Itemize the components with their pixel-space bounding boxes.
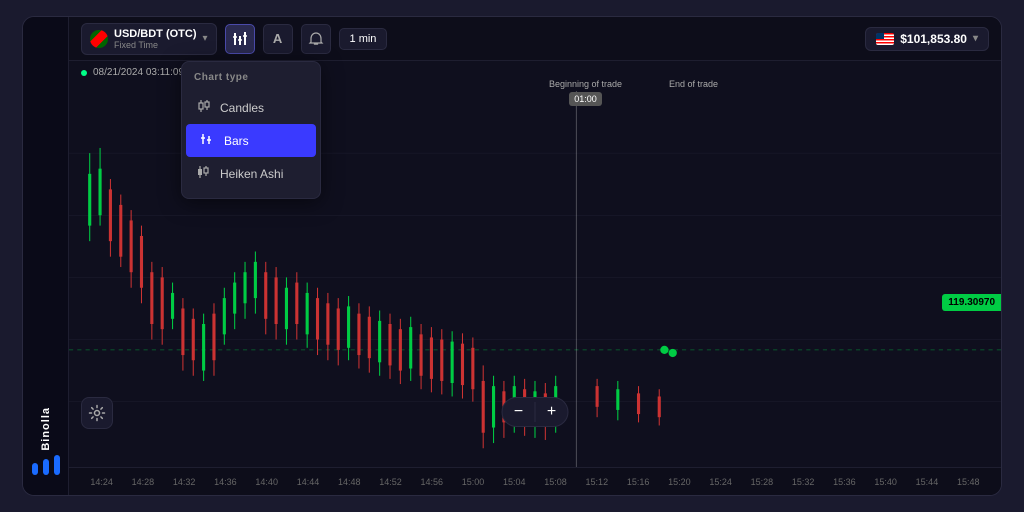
time-label: 15:40: [865, 477, 906, 487]
sidebar: Binolla: [23, 17, 69, 495]
time-label: 15:28: [741, 477, 782, 487]
toolbar-left: USD/BDT (OTC) Fixed Time ▾: [81, 23, 387, 55]
time-label: 15:32: [783, 477, 824, 487]
balance-amount: $101,853.80: [900, 32, 967, 46]
toolbar-right: $101,853.80 ▾: [865, 27, 989, 51]
text-tool-button[interactable]: A: [263, 24, 293, 54]
time-label: 14:32: [164, 477, 205, 487]
chart-type-dropdown: Chart type Candles: [181, 61, 321, 199]
symbol-chevron-icon: ▾: [203, 33, 208, 44]
symbol-flag: [90, 30, 108, 48]
bars-option[interactable]: Bars: [186, 124, 316, 157]
candles-icon: [194, 98, 212, 117]
currency-flag: [876, 33, 894, 45]
alert-button[interactable]: [301, 24, 331, 54]
end-of-trade-marker: End of trade: [669, 79, 718, 89]
time-axis: 14:2414:2814:3214:3614:4014:4414:4814:52…: [69, 467, 1001, 495]
time-label: 14:52: [370, 477, 411, 487]
time-label: 15:04: [494, 477, 535, 487]
bars-label: Bars: [224, 134, 249, 148]
sidebar-logo: Binolla: [32, 407, 60, 475]
balance-display[interactable]: $101,853.80 ▾: [865, 27, 989, 51]
brand-icon: [32, 455, 60, 475]
time-label: 15:36: [824, 477, 865, 487]
alert-icon: [308, 31, 324, 47]
timeframe-selector[interactable]: 1 min: [339, 28, 388, 50]
time-label: 14:40: [246, 477, 287, 487]
zoom-in-button[interactable]: +: [536, 398, 568, 426]
time-label: 14:36: [205, 477, 246, 487]
candles-label: Candles: [220, 101, 264, 115]
time-label: 15:08: [535, 477, 576, 487]
time-label: 15:00: [452, 477, 493, 487]
text-tool-icon: A: [273, 31, 282, 46]
time-label: 15:24: [700, 477, 741, 487]
time-label: 15:20: [659, 477, 700, 487]
zoom-controls: − +: [502, 397, 569, 427]
heiken-icon: [194, 164, 212, 183]
symbol-info: USD/BDT (OTC) Fixed Time: [114, 28, 197, 50]
toolbar: USD/BDT (OTC) Fixed Time ▾: [69, 17, 1001, 61]
brand-name: Binolla: [40, 407, 52, 451]
heiken-label: Heiken Ashi: [220, 167, 283, 181]
end-label: End of trade: [669, 79, 718, 89]
bars-option-icon: [198, 131, 216, 150]
bars-chart-button[interactable]: [225, 24, 255, 54]
beginning-label: Beginning of trade: [549, 79, 622, 89]
timeframe-value: 1 min: [350, 33, 377, 45]
zoom-out-button[interactable]: −: [503, 398, 535, 426]
symbol-name: USD/BDT (OTC): [114, 28, 197, 40]
bars-icon: [232, 31, 248, 47]
time-label: 15:48: [948, 477, 989, 487]
settings-icon: [88, 404, 106, 422]
time-label: 14:56: [411, 477, 452, 487]
time-label: 15:12: [576, 477, 617, 487]
time-label: 14:28: [122, 477, 163, 487]
price-label: 119.30970: [942, 294, 1001, 311]
settings-button[interactable]: [81, 397, 113, 429]
main-container: Binolla USD/BDT (OTC) Fixed Time ▾: [22, 16, 1002, 496]
symbol-selector[interactable]: USD/BDT (OTC) Fixed Time ▾: [81, 23, 217, 55]
time-label: 14:44: [287, 477, 328, 487]
time-label: 15:44: [906, 477, 947, 487]
time-label: 14:48: [329, 477, 370, 487]
time-label: 15:16: [617, 477, 658, 487]
heiken-ashi-option[interactable]: Heiken Ashi: [182, 157, 320, 190]
live-indicator: [81, 70, 87, 76]
dropdown-title: Chart type: [182, 70, 320, 91]
symbol-subtext: Fixed Time: [114, 40, 197, 50]
time-label: 14:24: [81, 477, 122, 487]
balance-chevron-icon: ▾: [973, 33, 978, 44]
candles-option[interactable]: Candles: [182, 91, 320, 124]
